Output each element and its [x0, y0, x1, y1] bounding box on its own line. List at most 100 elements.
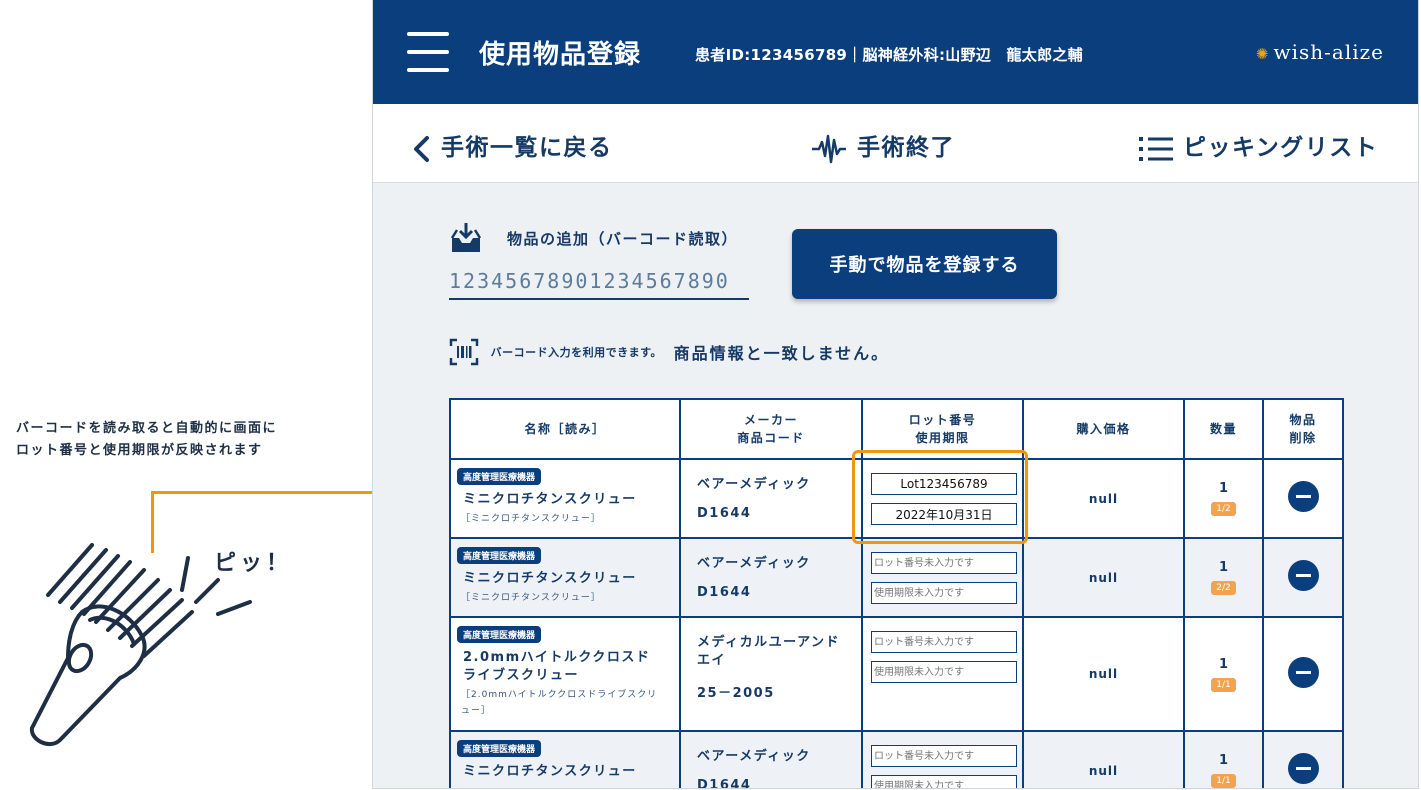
device-class-badge: 高度管理医療機器 [457, 468, 542, 485]
annotation-line-1: バーコードを読み取ると自動的に画面に [16, 421, 278, 436]
qty-ratio-badge: 1/1 [1211, 774, 1236, 788]
remove-item-button[interactable] [1287, 560, 1319, 591]
back-to-surgery-list-button[interactable]: 手術一覧に戻る [411, 128, 613, 163]
inbox-download-icon [450, 223, 482, 252]
lot-cell [861, 537, 1024, 618]
device-class-badge: 高度管理医療機器 [457, 547, 542, 564]
patient-info: 患者ID:123456789｜脳神経外科:山野辺 龍太郎之輔 [695, 46, 1083, 64]
maker-cell: メディカルユーアンドエイ 25－2005 [679, 616, 863, 732]
product-reading: ［ミニクロチタンスクリュー］ [461, 514, 601, 524]
menu-icon[interactable] [407, 32, 449, 72]
manual-register-button[interactable]: 手動で物品を登録する [792, 229, 1057, 299]
qty-value: 1 [1218, 481, 1229, 496]
maker-name: ベアーメディック [697, 749, 811, 764]
maker-cell: ベアーメディック D1644 [679, 730, 863, 789]
price-cell: null [1022, 730, 1185, 788]
header-qty: 数量 [1183, 398, 1264, 460]
annotation-line-2: ロット番号と使用期限が反映されます [16, 443, 263, 458]
barcode-input[interactable] [449, 264, 749, 300]
product-reading: ［ミニクロチタンスクリュー］ [461, 593, 601, 603]
chevron-left-icon [414, 135, 429, 162]
brand-logo: ✺ wish-alize [1256, 40, 1384, 64]
qty-cell: 1 1/1 [1183, 616, 1264, 732]
qty-value: 1 [1218, 656, 1229, 672]
price-cell: null [1022, 458, 1185, 539]
lot-cell [861, 730, 1024, 788]
barcode-info-row: バーコード入力を利用できます。 商品情報と一致しません。 [449, 338, 889, 366]
end-surgery-label: 手術終了 [857, 135, 955, 161]
maker-cell: ベアーメディック D1644 [679, 458, 863, 539]
annotation-text: バーコードを読み取ると自動的に画面に ロット番号と使用期限が反映されます [16, 418, 356, 462]
product-code: D1644 [697, 506, 752, 521]
end-surgery-button[interactable]: 手術終了 [811, 128, 955, 164]
delete-cell [1262, 616, 1344, 732]
qty-cell: 1 1/2 [1183, 458, 1264, 539]
remove-item-button[interactable] [1287, 481, 1319, 512]
product-name: ミニクロチタンスクリュー [463, 492, 637, 507]
product-reading: ［2.0mmハイトルククロスドライブスクリュー］ [461, 690, 658, 716]
price-cell: null [1022, 616, 1185, 732]
table-row: 高度管理医療機器 2.0mmハイトルククロスドライブスクリュー ［2.0mmハイ… [449, 616, 1344, 732]
maker-cell: ベアーメディック D1644 [679, 537, 863, 618]
header-lot-line2: 使用期限 [915, 431, 970, 445]
lot-number-input[interactable] [871, 552, 1017, 574]
header-maker-line2: 商品コード [737, 431, 805, 445]
expiry-date-input[interactable] [871, 775, 1017, 788]
device-class-badge: 高度管理医療機器 [457, 740, 542, 757]
header-delete: 物品 削除 [1262, 398, 1344, 460]
remove-item-button[interactable] [1287, 753, 1319, 784]
sun-icon: ✺ [1255, 45, 1270, 63]
lot-number-input[interactable] [871, 631, 1017, 653]
maker-name: ベアーメディック [697, 477, 811, 492]
table-row: 高度管理医療機器 ミニクロチタンスクリュー ［ミニクロチタンスクリュー］ ベアー… [449, 537, 1344, 618]
qty-ratio-badge: 1/1 [1211, 677, 1236, 692]
brand-name: wish-alize [1273, 40, 1384, 64]
name-cell: 高度管理医療機器 ミニクロチタンスクリュー ［ミニクロチタンスクリュー］ [449, 537, 681, 618]
header-price: 購入価格 [1022, 398, 1185, 460]
qty-ratio-badge: 1/2 [1211, 502, 1236, 516]
price-cell: null [1022, 537, 1185, 618]
barcode-hint: バーコード入力を利用できます。 [490, 346, 662, 359]
table-row: 高度管理医療機器 ミニクロチタンスクリュー ベアーメディック D1644 nul… [449, 730, 1344, 789]
add-item-label: 物品の追加（バーコード読取） [507, 230, 739, 248]
product-name: ミニクロチタンスクリュー [463, 571, 637, 586]
header-del-line1: 物品 [1289, 413, 1317, 427]
scan-result-highlight [852, 450, 1028, 544]
product-code: 25－2005 [697, 686, 775, 701]
delete-cell [1262, 458, 1344, 539]
remove-item-button[interactable] [1287, 656, 1319, 688]
qty-cell: 1 2/2 [1183, 537, 1264, 618]
barcode-scan-icon [449, 338, 479, 366]
page-title: 使用物品登録 [479, 40, 642, 70]
waveform-icon [812, 134, 846, 163]
qty-value: 1 [1218, 753, 1229, 768]
expiry-date-input[interactable] [871, 582, 1017, 604]
app-window: 使用物品登録 患者ID:123456789｜脳神経外科:山野辺 龍太郎之輔 ✺ w… [372, 0, 1419, 789]
delete-cell [1262, 537, 1344, 618]
back-label: 手術一覧に戻る [441, 135, 613, 161]
mismatch-message: 商品情報と一致しません。 [673, 344, 890, 363]
list-icon [1139, 136, 1173, 161]
picking-list-label: ピッキングリスト [1183, 135, 1379, 161]
header-name: 名称［読み］ [449, 398, 681, 460]
maker-name: ベアーメディック [697, 556, 811, 571]
qty-ratio-badge: 2/2 [1211, 581, 1236, 595]
name-cell: 高度管理医療機器 ミニクロチタンスクリュー ［ミニクロチタンスクリュー］ [449, 458, 681, 539]
barcode-scanner-icon [29, 543, 252, 747]
header-lot-line1: ロット番号 [908, 413, 977, 427]
expiry-date-input[interactable] [871, 661, 1017, 683]
header-del-line2: 削除 [1289, 431, 1317, 445]
picking-list-button[interactable]: ピッキングリスト [1139, 128, 1378, 162]
maker-name: メディカルユーアンドエイ [697, 635, 841, 668]
nav-bar: 手術一覧に戻る 手術終了 ピッキングリスト [373, 104, 1418, 183]
qty-value: 1 [1218, 560, 1229, 575]
name-cell: 高度管理医療機器 2.0mmハイトルククロスドライブスクリュー ［2.0mmハイ… [449, 616, 681, 732]
lot-number-input[interactable] [871, 745, 1017, 767]
product-name: 2.0mmハイトルククロスドライブスクリュー [463, 650, 651, 683]
qty-cell: 1 1/1 [1183, 730, 1264, 788]
header-maker-line1: メーカー [743, 413, 798, 427]
delete-cell [1262, 730, 1344, 788]
name-cell: 高度管理医療機器 ミニクロチタンスクリュー [449, 730, 681, 788]
product-code: D1644 [697, 778, 752, 789]
device-class-badge: 高度管理医療機器 [457, 626, 542, 643]
